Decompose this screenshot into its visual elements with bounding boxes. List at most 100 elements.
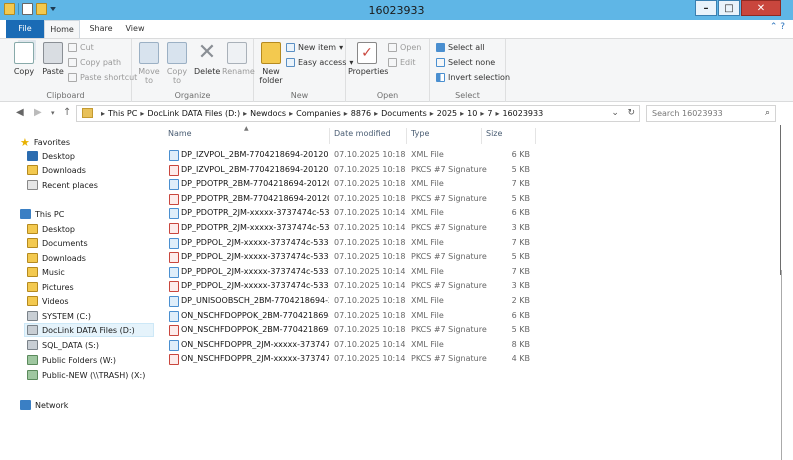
properties-label: Properties <box>348 67 389 76</box>
breadcrumb-documents[interactable]: Documents <box>381 109 427 118</box>
nav-videos[interactable]: Videos <box>27 294 69 308</box>
breadcrumb-separator-icon[interactable]: ▸ <box>495 109 499 118</box>
column-divider[interactable] <box>481 128 482 144</box>
table-row[interactable]: ON_NSCHFDOPPR_2JM-xxxxx-3737474c-... 07.1… <box>160 338 560 352</box>
breadcrumb-newdocs[interactable]: Newdocs <box>250 109 286 118</box>
move-to-button[interactable]: Move to <box>136 42 162 85</box>
breadcrumb-companies[interactable]: Companies <box>296 109 341 118</box>
table-row[interactable]: DP_IZVPOL_2BM-7704218694-201205280... 07.… <box>160 148 560 162</box>
nav-downloads[interactable]: Downloads <box>27 251 86 265</box>
table-row[interactable]: ON_NSCHFDOPPOK_2BM-7704218694-2... 07.10.… <box>160 323 560 337</box>
select-all-button[interactable]: Select all <box>436 43 485 52</box>
breadcrumb-separator-icon[interactable]: ▸ <box>374 109 378 118</box>
nav-pictures[interactable]: Pictures <box>27 280 74 294</box>
nav-public-new-drive[interactable]: Public-NEW (\\TRASH) (X:) <box>27 368 145 382</box>
nav-system-drive[interactable]: SYSTEM (C:) <box>27 309 91 323</box>
tab-home[interactable]: Home <box>44 20 80 38</box>
forward-button[interactable]: ▶ <box>34 107 42 118</box>
table-row[interactable]: DP_PDOTPR_2JM-xxxxx-3737474c-533c-4... 07… <box>160 221 560 235</box>
file-type: XML File <box>411 150 444 159</box>
table-row[interactable]: DP_PDPOL_2JM-xxxxx-3737474c-533c-4a... 07… <box>160 236 560 250</box>
table-row[interactable]: ON_NSCHFDOPPR_2JM-xxxxx-3737474c-... 07.1… <box>160 352 560 366</box>
delete-button[interactable]: ✕ Delete <box>194 42 220 77</box>
table-row[interactable]: DP_PDOTPR_2JM-xxxxx-3737474c-533c-4... 07… <box>160 206 560 220</box>
nav-doclink-drive[interactable]: DocLink DATA Files (D:) <box>24 323 154 337</box>
breadcrumb-doclink-drive[interactable]: DocLink DATA Files (D:) <box>147 109 240 118</box>
copy-path-button[interactable]: Copy path <box>68 58 121 67</box>
edit-button[interactable]: Edit <box>388 58 416 67</box>
easy-access-button[interactable]: Easy access ▾ <box>286 58 353 67</box>
address-bar[interactable]: ▸ This PC ▸ DocLink DATA Files (D:) ▸ Ne… <box>76 105 640 122</box>
search-box[interactable]: Search 16023933 ⌕ <box>646 105 776 122</box>
table-row[interactable]: DP_PDPOL_2JM-xxxxx-3737474c-533c-4a... 07… <box>160 279 560 293</box>
copy-to-button[interactable]: Copy to <box>164 42 190 85</box>
breadcrumb-10[interactable]: 10 <box>467 109 477 118</box>
paste-button[interactable]: Paste <box>38 42 68 76</box>
properties-button[interactable]: ✓ Properties <box>348 42 389 76</box>
table-row[interactable]: DP_PDPOL_2JM-xxxxx-3737474c-533c-4a... 07… <box>160 250 560 264</box>
paste-shortcut-button[interactable]: Paste shortcut <box>68 73 137 82</box>
breadcrumb-this-pc[interactable]: This PC <box>108 109 137 118</box>
nav-music[interactable]: Music <box>27 265 65 279</box>
copy-button[interactable]: Copy <box>10 42 38 76</box>
table-row[interactable]: DP_UNISOOBSCH_2BM-7704218694-2012... 07.1… <box>160 294 560 308</box>
tab-file[interactable]: File <box>6 20 44 38</box>
invert-selection-button[interactable]: Invert selection <box>436 73 510 82</box>
nav-documents[interactable]: Documents <box>27 236 88 250</box>
tab-share[interactable]: Share <box>86 20 116 38</box>
breadcrumb-7[interactable]: 7 <box>487 109 492 118</box>
column-header-date[interactable]: Date modified <box>334 129 391 143</box>
table-row[interactable]: DP_PDOTPR_2BM-7704218694-20120528... 07.1… <box>160 192 560 206</box>
column-divider[interactable] <box>406 128 407 144</box>
search-input[interactable]: Search 16023933 <box>652 109 723 118</box>
breadcrumb-16023933[interactable]: 16023933 <box>502 109 543 118</box>
back-button[interactable]: ◀ <box>16 107 24 118</box>
table-row[interactable]: DP_IZVPOL_2BM-7704218694-201205280... 07.… <box>160 163 560 177</box>
breadcrumb-separator-icon[interactable]: ▸ <box>289 109 293 118</box>
documents-icon <box>27 238 38 248</box>
xml-file-icon <box>169 339 179 351</box>
breadcrumb-2025[interactable]: 2025 <box>437 109 457 118</box>
nav-desktop[interactable]: Desktop <box>27 222 75 236</box>
close-button[interactable]: ✕ <box>741 0 781 16</box>
breadcrumb-separator-icon[interactable]: ▸ <box>344 109 348 118</box>
breadcrumb-8876[interactable]: 8876 <box>351 109 371 118</box>
nav-favorites-recent-places[interactable]: Recent places <box>27 178 98 192</box>
breadcrumb-separator-icon[interactable]: ▸ <box>243 109 247 118</box>
cut-button[interactable]: Cut <box>68 43 94 52</box>
nav-public-folders-drive[interactable]: Public Folders (W:) <box>27 353 116 367</box>
recent-locations-chevron-icon[interactable]: ▾ <box>51 109 55 117</box>
column-header-type[interactable]: Type <box>411 129 429 143</box>
table-row[interactable]: ON_NSCHFDOPPOK_2BM-7704218694-2... 07.10.… <box>160 309 560 323</box>
column-header-size[interactable]: Size <box>486 129 502 143</box>
select-none-button[interactable]: Select none <box>436 58 495 67</box>
column-divider[interactable] <box>535 128 536 144</box>
column-header-name[interactable]: Name <box>168 129 192 143</box>
tab-view[interactable]: View <box>120 20 150 38</box>
new-folder-button[interactable]: New folder <box>256 42 286 85</box>
file-type: PKCS #7 Signature <box>411 252 487 262</box>
new-item-button[interactable]: New item ▾ <box>286 43 343 52</box>
table-row[interactable]: DP_PDPOL_2JM-xxxxx-3737474c-533c-4a... 07… <box>160 265 560 279</box>
rename-button[interactable]: Rename <box>222 42 255 76</box>
breadcrumb-separator-icon[interactable]: ▸ <box>460 109 464 118</box>
nav-this-pc[interactable]: This PC <box>20 207 64 221</box>
address-dropdown-chevron-icon[interactable]: ⌄ <box>611 108 619 118</box>
breadcrumb-separator-icon[interactable]: ▸ <box>480 109 484 118</box>
minimize-button[interactable]: – <box>695 0 717 16</box>
nav-favorites-downloads[interactable]: Downloads <box>27 163 86 177</box>
nav-favorites-desktop[interactable]: Desktop <box>27 149 75 163</box>
up-button[interactable]: ↑ <box>63 107 71 118</box>
breadcrumb-separator-icon[interactable]: ▸ <box>430 109 434 118</box>
table-row[interactable]: DP_PDOTPR_2BM-7704218694-20120528... 07.1… <box>160 177 560 191</box>
maximize-button[interactable]: □ <box>718 0 740 16</box>
nav-favorites[interactable]: ★ Favorites <box>20 135 70 149</box>
ribbon-help-controls[interactable]: ⌃ ? <box>770 22 785 32</box>
breadcrumb-separator-icon[interactable]: ▸ <box>140 109 144 118</box>
nav-sql-data-drive[interactable]: SQL_DATA (S:) <box>27 338 99 352</box>
search-icon[interactable]: ⌕ <box>765 108 770 118</box>
column-divider[interactable] <box>329 128 330 144</box>
nav-network[interactable]: Network <box>20 398 68 412</box>
open-button[interactable]: Open <box>388 43 421 52</box>
refresh-icon[interactable]: ↻ <box>627 108 635 118</box>
